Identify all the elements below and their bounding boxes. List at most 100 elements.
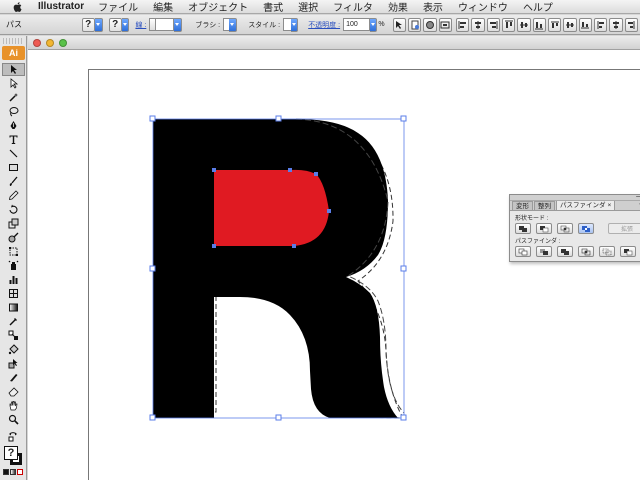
handle-top-left[interactable]	[149, 115, 156, 122]
gradient-mode-icon[interactable]	[10, 469, 16, 475]
align-hcenter-icon[interactable]	[471, 17, 485, 32]
type-tool-icon[interactable]	[2, 133, 25, 146]
fill-swatch[interactable]: ?	[4, 446, 18, 460]
warp-tool-icon[interactable]	[2, 231, 25, 244]
tab-transform[interactable]: 変形	[512, 201, 533, 210]
pen-tool-icon[interactable]	[2, 119, 25, 132]
opacity-link[interactable]: 不透明度 :	[308, 20, 340, 30]
gradient-tool-icon[interactable]	[2, 301, 25, 314]
expand-button[interactable]: 拡張	[608, 223, 640, 234]
outline-button[interactable]	[599, 246, 615, 257]
handle-bottom-right[interactable]	[400, 414, 407, 421]
align-vcenter-icon[interactable]	[517, 17, 531, 32]
minus-back-button[interactable]	[620, 246, 636, 257]
distribute-top-icon[interactable]	[547, 17, 562, 32]
anchor-point[interactable]	[212, 168, 216, 172]
menu-help[interactable]: ヘルプ	[523, 0, 553, 14]
eraser-tool-icon[interactable]	[2, 385, 25, 398]
symbol-sprayer-tool-icon[interactable]	[2, 259, 25, 272]
pathfinder-panel-header[interactable]: – ×	[510, 193, 640, 201]
canvas[interactable]: – × 変形 整列 パスファインダ× ▾≡ 形状モード : 拡張 パスファインダ…	[28, 51, 640, 480]
menu-effect[interactable]: 効果	[388, 0, 408, 14]
anchor-point[interactable]	[292, 244, 296, 248]
opacity-dropdown[interactable]	[369, 17, 378, 32]
trim-button[interactable]	[536, 246, 552, 257]
handle-top-center[interactable]	[275, 115, 282, 122]
swap-fill-stroke-icon[interactable]	[2, 430, 25, 443]
opacity-field[interactable]: 100	[343, 18, 370, 31]
fill-dropdown[interactable]	[94, 17, 103, 32]
distribute-left-icon[interactable]	[593, 17, 608, 32]
scale-tool-icon[interactable]	[2, 217, 25, 230]
minimize-window-icon[interactable]	[46, 38, 54, 47]
menu-view[interactable]: 表示	[423, 0, 443, 14]
isolate-icon[interactable]	[423, 17, 437, 32]
zoom-window-icon[interactable]	[59, 38, 67, 47]
stroke-color-button[interactable]: ?	[108, 17, 122, 32]
anchor-point[interactable]	[212, 244, 216, 248]
distribute-right-icon[interactable]	[624, 17, 638, 32]
add-to-shape-area-button[interactable]	[515, 223, 531, 234]
exclude-overlapping-shape-areas-button[interactable]	[578, 223, 594, 234]
tools-panel-grip[interactable]	[3, 38, 23, 44]
handle-middle-right[interactable]	[400, 265, 407, 272]
menu-type[interactable]: 書式	[263, 0, 283, 14]
menu-object[interactable]: オブジェクト	[188, 0, 248, 14]
direct-selection-tool-icon[interactable]	[2, 77, 25, 90]
handle-bottom-center[interactable]	[275, 414, 282, 421]
anchor-point[interactable]	[288, 168, 292, 172]
tab-close-icon[interactable]: ×	[608, 202, 612, 209]
merge-button[interactable]	[557, 246, 573, 257]
selection-tool-icon[interactable]	[2, 63, 25, 76]
stroke-dropdown[interactable]	[121, 17, 130, 32]
fill-color-button[interactable]: ?	[81, 17, 95, 32]
magic-wand-tool-icon[interactable]	[2, 91, 25, 104]
stroke-weight-dropdown[interactable]	[174, 17, 182, 32]
eyedropper-tool-icon[interactable]	[2, 315, 25, 328]
handle-middle-left[interactable]	[149, 265, 156, 272]
hand-tool-icon[interactable]	[2, 399, 25, 412]
style-dropdown[interactable]	[290, 17, 299, 32]
menu-file[interactable]: ファイル	[98, 0, 138, 14]
rotate-tool-icon[interactable]	[2, 203, 25, 216]
select-similar-icon[interactable]	[392, 17, 406, 32]
tab-pathfinder[interactable]: パスファインダ ×	[556, 200, 616, 210]
zoom-tool-icon[interactable]	[2, 413, 25, 426]
brush-dropdown[interactable]	[228, 17, 237, 32]
menu-edit[interactable]: 編集	[153, 0, 173, 14]
letter-r-counter[interactable]	[214, 169, 329, 246]
pencil-tool-icon[interactable]	[2, 189, 25, 202]
document-setup-icon[interactable]	[407, 17, 422, 32]
anchor-point[interactable]	[314, 172, 318, 176]
align-top-icon[interactable]	[501, 17, 516, 32]
app-name-menu[interactable]: Illustrator	[38, 1, 84, 12]
intersect-shape-areas-button[interactable]	[557, 223, 573, 234]
color-mode-icon[interactable]	[3, 469, 9, 475]
anchor-point[interactable]	[327, 209, 331, 213]
handle-top-right[interactable]	[400, 115, 407, 122]
stroke-weight-field[interactable]	[155, 18, 175, 31]
menu-select[interactable]: 選択	[298, 0, 318, 14]
menu-window[interactable]: ウィンドウ	[458, 0, 508, 14]
divide-button[interactable]	[515, 246, 531, 257]
distribute-bottom-icon[interactable]	[578, 17, 592, 32]
distribute-hcenter-icon[interactable]	[609, 17, 623, 32]
distribute-vcenter-icon[interactable]	[563, 17, 577, 32]
live-paint-bucket-tool-icon[interactable]	[2, 343, 25, 356]
column-graph-tool-icon[interactable]	[2, 273, 25, 286]
mesh-tool-icon[interactable]	[2, 287, 25, 300]
subtract-from-shape-area-button[interactable]	[536, 223, 552, 234]
menu-filter[interactable]: フィルタ	[333, 0, 373, 14]
line-segment-tool-icon[interactable]	[2, 147, 25, 160]
align-right-icon[interactable]	[486, 17, 500, 32]
free-transform-tool-icon[interactable]	[2, 245, 25, 258]
panel-collapse-icon[interactable]: – ×	[636, 193, 640, 201]
letter-r-shape[interactable]	[153, 119, 398, 418]
tab-align[interactable]: 整列	[534, 201, 555, 210]
none-mode-icon[interactable]	[17, 469, 23, 475]
slice-tool-icon[interactable]	[2, 371, 25, 384]
rectangle-tool-icon[interactable]	[2, 161, 25, 174]
apple-icon[interactable]	[12, 1, 24, 13]
align-bottom-icon[interactable]	[532, 17, 546, 32]
live-paint-selection-tool-icon[interactable]	[2, 357, 25, 370]
